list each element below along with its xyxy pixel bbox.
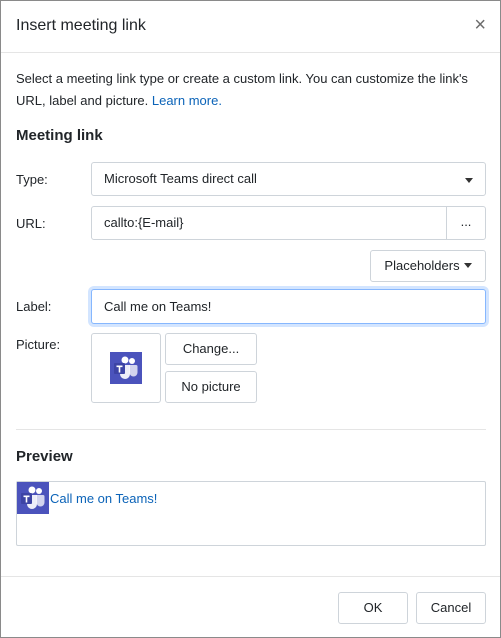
- type-label: Type:: [16, 172, 48, 187]
- section-divider: [16, 429, 486, 430]
- insert-meeting-link-dialog: Insert meeting link × Select a meeting l…: [0, 0, 501, 638]
- placeholders-label: Placeholders: [384, 258, 460, 273]
- dialog-header: Insert meeting link ×: [1, 1, 500, 53]
- url-input[interactable]: callto:{E-mail}: [91, 206, 447, 240]
- type-select-value: Microsoft Teams direct call: [104, 171, 257, 186]
- microsoft-teams-icon: [17, 482, 49, 514]
- microsoft-teams-icon: [110, 352, 142, 384]
- dialog-title: Insert meeting link: [16, 17, 146, 34]
- type-select[interactable]: Microsoft Teams direct call: [91, 162, 486, 196]
- preview-link[interactable]: Call me on Teams!: [50, 491, 157, 506]
- picture-label: Picture:: [16, 337, 61, 352]
- learn-more-link[interactable]: Learn more.: [152, 93, 222, 108]
- change-picture-button[interactable]: Change...: [165, 333, 257, 365]
- placeholders-button[interactable]: Placeholders: [370, 250, 486, 282]
- picture-preview: [91, 333, 161, 403]
- label-label: Label:: [16, 299, 52, 314]
- cancel-button[interactable]: Cancel: [416, 592, 486, 624]
- footer-divider: [1, 576, 500, 577]
- intro-description: Select a meeting link type or create a c…: [16, 71, 468, 108]
- preview-box: Call me on Teams!: [16, 481, 486, 546]
- label-input[interactable]: Call me on Teams!: [91, 289, 486, 324]
- no-picture-button[interactable]: No picture: [165, 371, 257, 403]
- preview-heading: Preview: [16, 448, 73, 465]
- intro-text: Select a meeting link type or create a c…: [16, 68, 486, 112]
- meeting-link-heading: Meeting link: [16, 127, 103, 144]
- url-more-button[interactable]: ...: [446, 206, 486, 240]
- close-icon[interactable]: ×: [474, 13, 486, 37]
- url-label: URL:: [16, 216, 46, 231]
- caret-down-icon: [463, 263, 472, 269]
- chevron-down-icon: [465, 178, 473, 183]
- ok-button[interactable]: OK: [338, 592, 408, 624]
